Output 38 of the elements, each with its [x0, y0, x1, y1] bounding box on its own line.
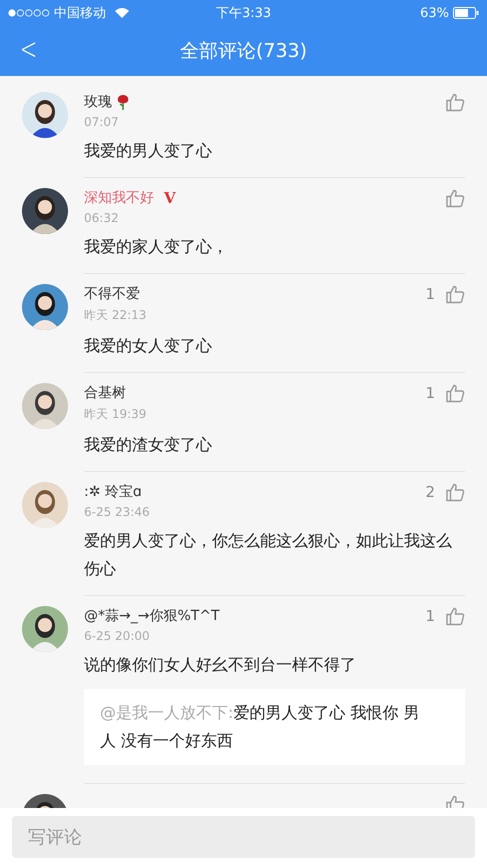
thumbs-up-icon[interactable]	[445, 284, 465, 304]
vip-label: V	[164, 189, 176, 207]
comment-text: 我爱的渣女变了心	[84, 434, 213, 456]
user-name[interactable]: @*蒜→_→你狠%T^T	[84, 607, 220, 625]
signal-icon	[8, 9, 50, 17]
thumbs-up-icon[interactable]	[445, 188, 465, 208]
comment-time: 07:07	[84, 115, 120, 129]
user-name[interactable]: 玫瑰	[84, 93, 112, 111]
comment-text: 爱的男人变了心，你怎么能这么狠心，如此让我这么伤心	[84, 530, 453, 580]
comment-text: 说的像你们女人好幺不到台一样不得了	[84, 654, 357, 676]
like-count: 1	[425, 384, 435, 402]
thumbs-up-icon[interactable]	[445, 794, 465, 808]
user-name[interactable]: 不得不爱	[84, 285, 140, 303]
quoted-reply: @是我一人放不下:爱的男人变了心 我恨你 男人 没有一个好东西	[84, 689, 465, 765]
comment-time: 6-25 23:46	[84, 505, 151, 519]
comment-text: 我爱的女人变了心	[84, 335, 213, 357]
battery-icon	[453, 7, 479, 19]
page-title: 全部评论(733)	[180, 39, 308, 64]
comment-input-field[interactable]: 写评论	[12, 816, 475, 858]
comment-text: 我爱的家人变了心，	[84, 236, 229, 258]
user-name[interactable]: :✲ 玲宝ɑ	[84, 483, 142, 501]
thumbs-up-icon[interactable]	[445, 482, 465, 502]
wifi-icon	[114, 7, 130, 19]
comment-time: 06:32	[84, 211, 120, 225]
clock-text: 下午3:33	[216, 5, 272, 22]
thumbs-up-icon[interactable]	[445, 92, 465, 112]
comment-time: 昨天 22:13	[84, 307, 148, 324]
like-count: 1	[425, 285, 435, 303]
thumbs-up-icon[interactable]	[445, 383, 465, 403]
carrier-text: 中国移动	[54, 5, 106, 22]
like-count: 2	[425, 483, 435, 501]
comment-text: 我爱的男人变了心	[84, 140, 213, 162]
comment-time: 6-25 20:00	[84, 629, 151, 643]
comment-time: 昨天 19:39	[84, 406, 148, 423]
user-name[interactable]: 合基树	[84, 384, 126, 402]
thumbs-up-icon[interactable]	[445, 606, 465, 626]
like-count: 1	[425, 607, 435, 625]
battery-text: 63%	[420, 6, 449, 20]
